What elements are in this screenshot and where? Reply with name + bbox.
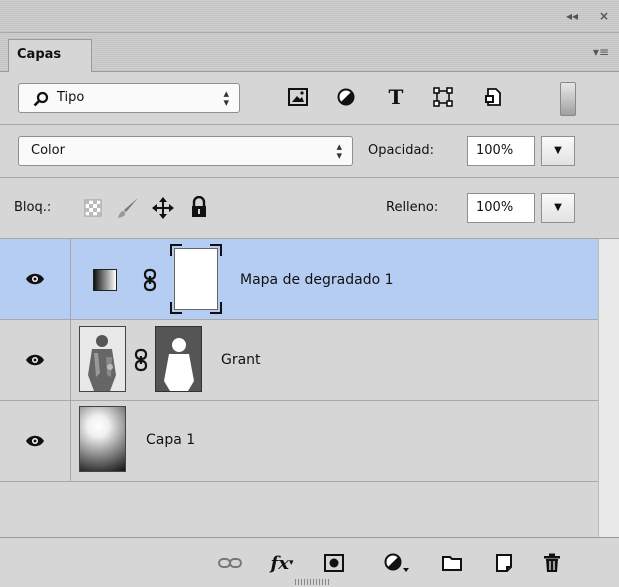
fill-label: Relleno:: [386, 200, 439, 215]
gradient-map-adjustment-icon: [93, 269, 117, 291]
delete-layer-trash-icon[interactable]: [538, 550, 566, 576]
lock-row: Bloq.: Relleno: 100% ▼: [0, 178, 619, 239]
fill-dropdown-button[interactable]: ▼: [541, 193, 575, 223]
chain-link-icon[interactable]: [143, 268, 157, 292]
select-arrows-icon: ▴ ▾: [223, 87, 229, 109]
collapse-icon[interactable]: ◂◂: [566, 9, 578, 23]
blend-mode-select[interactable]: Color ▴ ▾: [18, 136, 353, 166]
layer-name[interactable]: Capa 1: [146, 430, 195, 450]
layer-mask-thumbnail[interactable]: [155, 326, 202, 392]
resize-grip[interactable]: [295, 579, 329, 585]
photo-thumbnail[interactable]: [79, 326, 126, 392]
filter-kind-label: Tipo: [57, 90, 85, 105]
panel-titlebar: ◂◂ ×: [0, 0, 619, 33]
close-icon[interactable]: ×: [599, 9, 609, 23]
tab-capas[interactable]: Capas: [8, 39, 92, 72]
visibility-toggle[interactable]: [0, 320, 71, 400]
adjustment-filter-icon[interactable]: [333, 84, 359, 110]
eye-icon: [26, 354, 44, 366]
panel-menu-icon[interactable]: ▾≡: [593, 45, 609, 59]
opacity-input[interactable]: 100%: [467, 136, 535, 166]
lock-position-move-icon[interactable]: [150, 195, 176, 221]
layers-bottom-bar: fx ▾: [0, 537, 619, 587]
layer-name[interactable]: Mapa de degradado 1: [240, 270, 394, 290]
fill-input[interactable]: 100%: [467, 193, 535, 223]
opacity-dropdown-button[interactable]: ▼: [541, 136, 575, 166]
lock-transparency-icon[interactable]: [80, 195, 106, 221]
visibility-toggle[interactable]: [0, 401, 71, 481]
type-filter-icon[interactable]: T: [383, 84, 409, 110]
new-group-folder-icon[interactable]: [438, 550, 466, 576]
smart-object-filter-icon[interactable]: [480, 84, 506, 110]
lock-label: Bloq.:: [14, 200, 52, 215]
opacity-label: Opacidad:: [368, 143, 435, 158]
shape-filter-icon[interactable]: [430, 84, 456, 110]
link-layers-icon[interactable]: [216, 550, 244, 576]
layers-list: Mapa de degradado 1 Grant Capa 1: [0, 239, 619, 537]
layer-row[interactable]: Mapa de degradado 1: [0, 239, 598, 320]
filter-row: Tipo ▴ ▾ T: [0, 72, 619, 125]
layer-name[interactable]: Grant: [221, 350, 261, 370]
select-arrows-icon: ▴ ▾: [336, 140, 342, 162]
layer-mask-thumbnail[interactable]: [170, 244, 222, 314]
blend-row: Color ▴ ▾ Opacidad: 100% ▼: [0, 125, 619, 178]
layer-thumbnail[interactable]: [79, 406, 126, 472]
blend-mode-value: Color: [31, 143, 65, 158]
layer-row[interactable]: Grant: [0, 320, 598, 401]
layers-scrollbar[interactable]: [598, 239, 619, 537]
visibility-toggle[interactable]: [0, 239, 71, 319]
new-fill-adjustment-layer-icon[interactable]: [383, 550, 411, 576]
search-icon: [33, 91, 49, 107]
eye-icon: [26, 435, 44, 447]
chain-link-icon[interactable]: [134, 348, 148, 372]
layer-row[interactable]: Capa 1: [0, 401, 598, 482]
layer-style-fx-icon[interactable]: fx ▾: [268, 550, 296, 576]
tab-row: Capas ▾≡: [0, 33, 619, 72]
add-layer-mask-icon[interactable]: [320, 550, 348, 576]
new-layer-icon[interactable]: [490, 550, 518, 576]
filter-toggle-switch[interactable]: [560, 82, 576, 116]
image-filter-icon[interactable]: [285, 84, 311, 110]
eye-icon: [26, 273, 44, 285]
filter-kind-select[interactable]: Tipo ▴ ▾: [18, 83, 240, 113]
lock-pixels-brush-icon[interactable]: [115, 195, 141, 221]
lock-all-padlock-icon[interactable]: [186, 194, 212, 220]
